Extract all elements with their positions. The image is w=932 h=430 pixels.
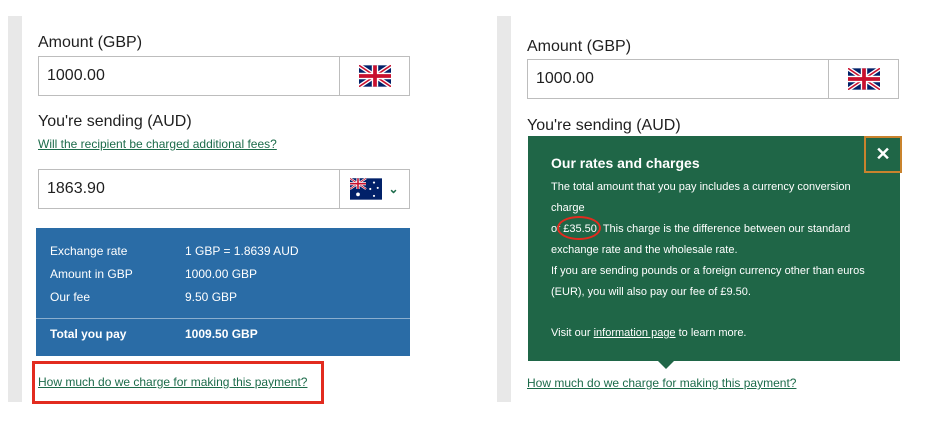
summary-value: 1000.00 GBP: [185, 267, 258, 281]
uk-flag-icon: [358, 65, 391, 87]
total-value: 1009.50 GBP: [185, 327, 258, 341]
left-payment-panel: Amount (GBP) 1000.00 You're sending (AUD…: [8, 16, 428, 402]
popup-pointer: [658, 361, 674, 369]
summary-label: Our fee: [50, 290, 91, 304]
information-page-link[interactable]: information page: [594, 327, 676, 339]
amount-value[interactable]: 1000.00: [39, 57, 339, 95]
sending-label: You're sending (AUD): [527, 117, 681, 134]
popup-text: exchange rate and the wholesale rate.: [551, 244, 738, 256]
popup-title: Our rates and charges: [551, 155, 700, 171]
popup-paragraph-fee: If you are sending pounds or a foreign c…: [551, 261, 886, 303]
popup-text: (EUR), you will also pay our fee of £9.5…: [551, 286, 751, 298]
amount-label: Amount (GBP): [38, 34, 143, 51]
sending-value[interactable]: 1863.90: [39, 170, 339, 208]
rates-charges-popup: Our rates and charges The total amount t…: [528, 136, 900, 369]
chevron-down-icon[interactable]: ⌄: [388, 182, 398, 196]
close-icon[interactable]: ✕: [864, 136, 902, 173]
conversion-charge-amount: £35.50: [557, 216, 602, 240]
charge-info-link[interactable]: How much do we charge for making this pa…: [527, 376, 796, 390]
summary-value: 9.50 GBP: [185, 290, 238, 304]
highlight-annotation-box: [32, 361, 324, 404]
popup-text: Visit our: [551, 327, 591, 339]
currency-select-aud[interactable]: ⌄: [339, 170, 409, 208]
amount-field[interactable]: 1000.00: [38, 56, 410, 96]
amount-label: Amount (GBP): [527, 38, 632, 55]
popup-text: The total amount that you pay includes a…: [551, 181, 851, 214]
sending-field[interactable]: 1863.90 ⌄: [38, 169, 410, 209]
summary-label: Exchange rate: [50, 244, 128, 258]
amount-value[interactable]: 1000.00: [528, 60, 828, 98]
payment-summary-box: Exchange rate 1 GBP = 1.8639 AUD Amount …: [36, 228, 410, 356]
uk-flag-icon: [847, 68, 880, 90]
total-label: Total you pay: [50, 327, 127, 341]
popup-paragraph-info: Visit our information page to learn more…: [551, 323, 886, 344]
recipient-fees-link[interactable]: Will the recipient be charged additional…: [38, 137, 277, 151]
currency-flag-gbp: [828, 60, 898, 98]
popup-text: to learn more.: [678, 327, 747, 339]
highlight-annotation-circle: [557, 216, 602, 240]
sending-label: You're sending (AUD): [38, 113, 192, 130]
popup-text: If you are sending pounds or a foreign c…: [551, 265, 865, 277]
popup-paragraph-charge: The total amount that you pay includes a…: [551, 177, 886, 261]
summary-label: Amount in GBP: [50, 267, 133, 281]
australia-flag-icon: [350, 178, 383, 200]
currency-flag-gbp: [339, 57, 409, 95]
summary-divider: [36, 318, 410, 319]
popup-text: . This charge is the difference between …: [596, 223, 851, 235]
summary-value: 1 GBP = 1.8639 AUD: [185, 244, 299, 258]
amount-field[interactable]: 1000.00: [527, 59, 899, 99]
